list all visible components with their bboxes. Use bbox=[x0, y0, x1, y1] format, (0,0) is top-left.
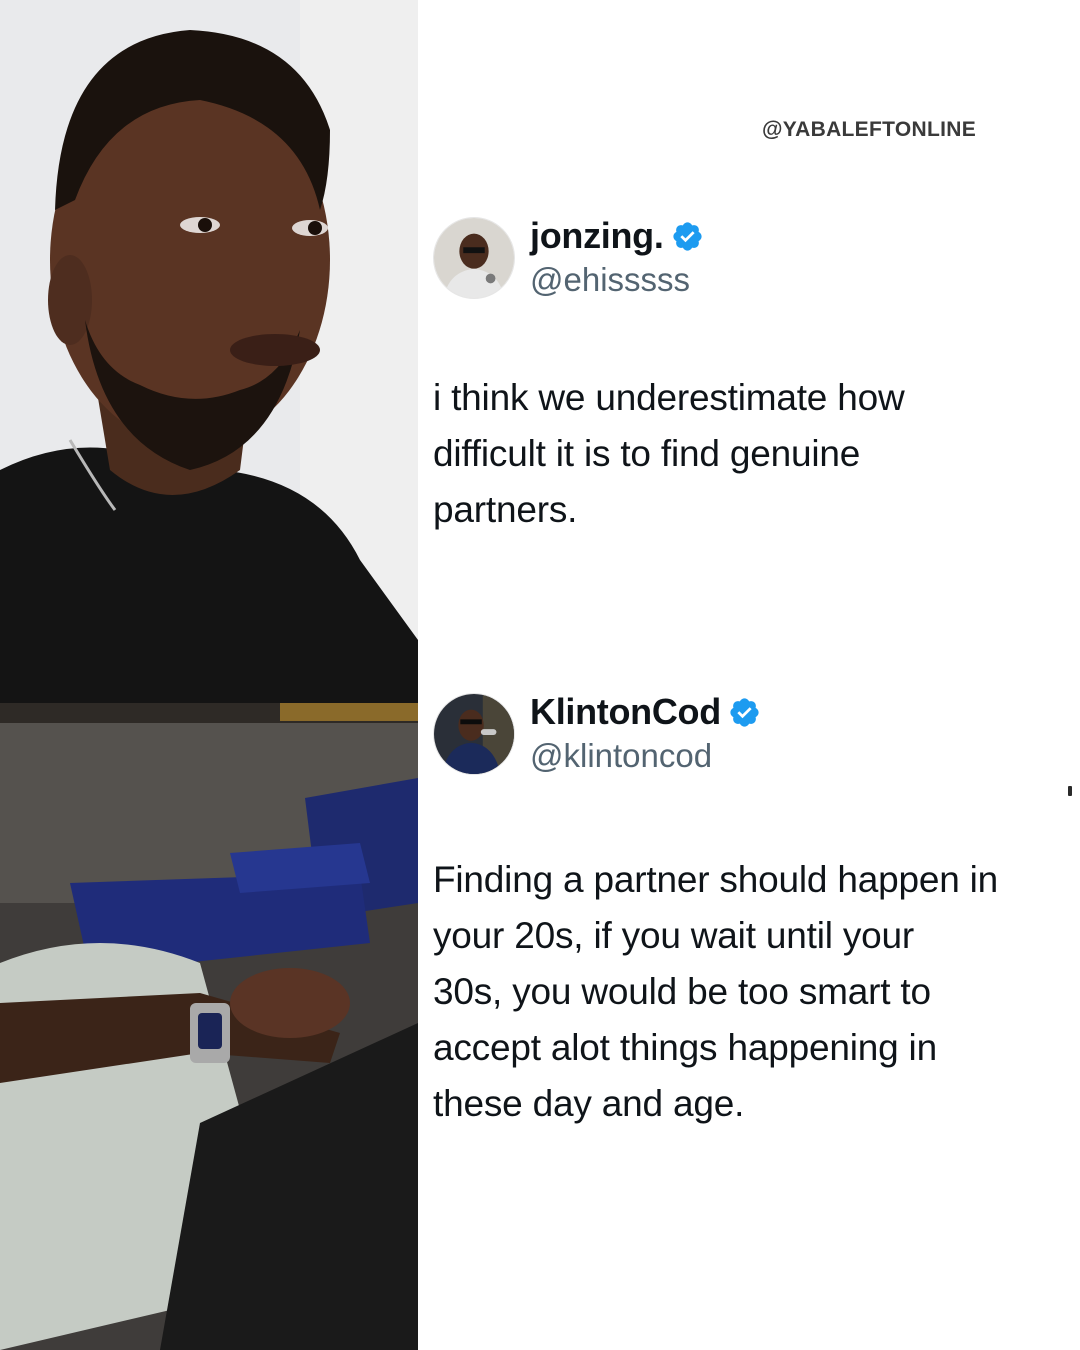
user-handle[interactable]: @ehisssss bbox=[530, 258, 704, 302]
tweet-author: KlintonCod @klintoncod bbox=[530, 690, 761, 778]
tweet-card: jonzing. @ehisssss i think we underestim… bbox=[433, 212, 1073, 538]
tweet-header: jonzing. @ehisssss bbox=[433, 212, 1073, 304]
holding-hands-photo bbox=[0, 703, 418, 1350]
tweet-text: Finding a partner should happen in your … bbox=[433, 859, 999, 1124]
display-name[interactable]: KlintonCod bbox=[530, 690, 721, 734]
verified-badge-icon bbox=[672, 221, 702, 251]
watermark: @YABALEFTONLINE bbox=[762, 118, 976, 141]
tweet-author: jonzing. @ehisssss bbox=[530, 214, 704, 302]
verified-badge-icon bbox=[730, 697, 759, 727]
avatar[interactable] bbox=[433, 217, 515, 299]
portrait-photo bbox=[0, 0, 418, 703]
avatar[interactable] bbox=[433, 693, 515, 775]
decorative-mark bbox=[1068, 786, 1072, 796]
tweet-card: KlintonCod @klintoncod Finding a partner… bbox=[433, 688, 1073, 1132]
tweet-header: KlintonCod @klintoncod bbox=[433, 688, 1073, 780]
user-handle[interactable]: @klintoncod bbox=[530, 734, 761, 778]
tweet-text: i think we underestimate how difficult i… bbox=[433, 377, 905, 530]
display-name[interactable]: jonzing. bbox=[530, 214, 664, 258]
